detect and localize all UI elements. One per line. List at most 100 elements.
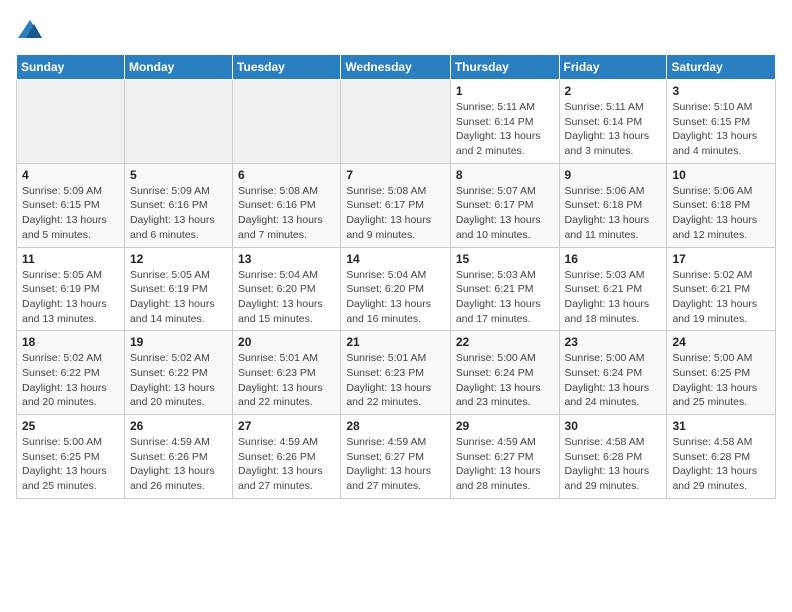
day-number: 28 — [346, 419, 445, 433]
calendar-week-row: 18 Sunrise: 5:02 AM Sunset: 6:22 PM Dayli… — [17, 331, 776, 415]
day-number: 18 — [22, 335, 119, 349]
day-header-thursday: Thursday — [450, 55, 559, 80]
day-header-monday: Monday — [124, 55, 232, 80]
day-info: Sunrise: 5:10 AM Sunset: 6:15 PM Dayligh… — [672, 100, 770, 159]
calendar-cell: 29 Sunrise: 4:59 AM Sunset: 6:27 PM Dayli… — [450, 415, 559, 499]
calendar-week-row: 25Sunrise: 5:00 AM Sunset: 6:25 PM Dayli… — [17, 415, 776, 499]
calendar-cell: 6 Sunrise: 5:08 AM Sunset: 6:16 PM Daylig… — [233, 163, 341, 247]
day-info: Sunrise: 4:58 AM Sunset: 6:28 PM Dayligh… — [672, 435, 770, 494]
day-info: Sunrise: 5:01 AM Sunset: 6:23 PM Dayligh… — [346, 351, 445, 410]
day-number: 7 — [346, 168, 445, 182]
day-number: 31 — [672, 419, 770, 433]
calendar-cell: 13 Sunrise: 5:04 AM Sunset: 6:20 PM Dayli… — [233, 247, 341, 331]
day-info: Sunrise: 5:07 AM Sunset: 6:17 PM Dayligh… — [456, 184, 554, 243]
day-info: Sunrise: 5:02 AM Sunset: 6:21 PM Dayligh… — [672, 268, 770, 327]
calendar-cell: 3 Sunrise: 5:10 AM Sunset: 6:15 PM Daylig… — [667, 80, 776, 164]
day-number: 26 — [130, 419, 227, 433]
page-header — [16, 16, 776, 44]
day-info: Sunrise: 5:02 AM Sunset: 6:22 PM Dayligh… — [130, 351, 227, 410]
day-info: Sunrise: 4:59 AM Sunset: 6:26 PM Dayligh… — [130, 435, 227, 494]
day-info: Sunrise: 5:05 AM Sunset: 6:19 PM Dayligh… — [130, 268, 227, 327]
day-number: 1 — [456, 84, 554, 98]
calendar-cell — [17, 80, 125, 164]
calendar-cell: 11 Sunrise: 5:05 AM Sunset: 6:19 PM Dayli… — [17, 247, 125, 331]
calendar-cell: 12Sunrise: 5:05 AM Sunset: 6:19 PM Dayli… — [124, 247, 232, 331]
calendar-cell: 2 Sunrise: 5:11 AM Sunset: 6:14 PM Daylig… — [559, 80, 667, 164]
day-number: 17 — [672, 252, 770, 266]
day-number: 23 — [565, 335, 662, 349]
calendar-cell: 14 Sunrise: 5:04 AM Sunset: 6:20 PM Dayli… — [341, 247, 451, 331]
day-number: 16 — [565, 252, 662, 266]
logo — [16, 16, 48, 44]
calendar-cell: 27Sunrise: 4:59 AM Sunset: 6:26 PM Dayli… — [233, 415, 341, 499]
day-info: Sunrise: 5:00 AM Sunset: 6:25 PM Dayligh… — [22, 435, 119, 494]
day-number: 5 — [130, 168, 227, 182]
day-info: Sunrise: 5:03 AM Sunset: 6:21 PM Dayligh… — [456, 268, 554, 327]
calendar-cell: 23 Sunrise: 5:00 AM Sunset: 6:24 PM Dayli… — [559, 331, 667, 415]
calendar-cell: 10 Sunrise: 5:06 AM Sunset: 6:18 PM Dayli… — [667, 163, 776, 247]
calendar-cell: 25Sunrise: 5:00 AM Sunset: 6:25 PM Dayli… — [17, 415, 125, 499]
day-info: Sunrise: 5:03 AM Sunset: 6:21 PM Dayligh… — [565, 268, 662, 327]
calendar-cell: 30Sunrise: 4:58 AM Sunset: 6:28 PM Dayli… — [559, 415, 667, 499]
calendar-cell: 9Sunrise: 5:06 AM Sunset: 6:18 PM Daylig… — [559, 163, 667, 247]
day-info: Sunrise: 5:11 AM Sunset: 6:14 PM Dayligh… — [565, 100, 662, 159]
calendar-header-row: SundayMondayTuesdayWednesdayThursdayFrid… — [17, 55, 776, 80]
day-number: 2 — [565, 84, 662, 98]
day-number: 11 — [22, 252, 119, 266]
calendar-cell: 4 Sunrise: 5:09 AM Sunset: 6:15 PM Daylig… — [17, 163, 125, 247]
day-info: Sunrise: 5:06 AM Sunset: 6:18 PM Dayligh… — [672, 184, 770, 243]
day-info: Sunrise: 5:09 AM Sunset: 6:15 PM Dayligh… — [22, 184, 119, 243]
calendar-week-row: 11 Sunrise: 5:05 AM Sunset: 6:19 PM Dayli… — [17, 247, 776, 331]
day-info: Sunrise: 5:09 AM Sunset: 6:16 PM Dayligh… — [130, 184, 227, 243]
day-info: Sunrise: 4:59 AM Sunset: 6:27 PM Dayligh… — [456, 435, 554, 494]
calendar-cell: 28Sunrise: 4:59 AM Sunset: 6:27 PM Dayli… — [341, 415, 451, 499]
calendar-week-row: 1 Sunrise: 5:11 AM Sunset: 6:14 PM Daylig… — [17, 80, 776, 164]
day-info: Sunrise: 5:08 AM Sunset: 6:17 PM Dayligh… — [346, 184, 445, 243]
day-number: 13 — [238, 252, 335, 266]
day-header-wednesday: Wednesday — [341, 55, 451, 80]
calendar-cell: 8Sunrise: 5:07 AM Sunset: 6:17 PM Daylig… — [450, 163, 559, 247]
day-number: 24 — [672, 335, 770, 349]
calendar-cell: 22 Sunrise: 5:00 AM Sunset: 6:24 PM Dayli… — [450, 331, 559, 415]
calendar-cell: 21Sunrise: 5:01 AM Sunset: 6:23 PM Dayli… — [341, 331, 451, 415]
day-info: Sunrise: 5:00 AM Sunset: 6:25 PM Dayligh… — [672, 351, 770, 410]
calendar-cell: 5 Sunrise: 5:09 AM Sunset: 6:16 PM Daylig… — [124, 163, 232, 247]
calendar-cell: 7 Sunrise: 5:08 AM Sunset: 6:17 PM Daylig… — [341, 163, 451, 247]
calendar-cell — [341, 80, 451, 164]
day-info: Sunrise: 5:01 AM Sunset: 6:23 PM Dayligh… — [238, 351, 335, 410]
day-number: 15 — [456, 252, 554, 266]
calendar-cell: 16 Sunrise: 5:03 AM Sunset: 6:21 PM Dayli… — [559, 247, 667, 331]
calendar-cell: 15 Sunrise: 5:03 AM Sunset: 6:21 PM Dayli… — [450, 247, 559, 331]
day-info: Sunrise: 4:59 AM Sunset: 6:26 PM Dayligh… — [238, 435, 335, 494]
calendar-cell: 24 Sunrise: 5:00 AM Sunset: 6:25 PM Dayli… — [667, 331, 776, 415]
calendar-cell — [233, 80, 341, 164]
logo-icon — [16, 16, 44, 44]
day-number: 29 — [456, 419, 554, 433]
day-header-tuesday: Tuesday — [233, 55, 341, 80]
day-info: Sunrise: 5:05 AM Sunset: 6:19 PM Dayligh… — [22, 268, 119, 327]
calendar-cell: 18 Sunrise: 5:02 AM Sunset: 6:22 PM Dayli… — [17, 331, 125, 415]
day-info: Sunrise: 5:11 AM Sunset: 6:14 PM Dayligh… — [456, 100, 554, 159]
day-info: Sunrise: 5:04 AM Sunset: 6:20 PM Dayligh… — [346, 268, 445, 327]
day-number: 4 — [22, 168, 119, 182]
day-info: Sunrise: 5:02 AM Sunset: 6:22 PM Dayligh… — [22, 351, 119, 410]
day-info: Sunrise: 5:08 AM Sunset: 6:16 PM Dayligh… — [238, 184, 335, 243]
calendar-week-row: 4 Sunrise: 5:09 AM Sunset: 6:15 PM Daylig… — [17, 163, 776, 247]
calendar-cell: 19Sunrise: 5:02 AM Sunset: 6:22 PM Dayli… — [124, 331, 232, 415]
day-info: Sunrise: 5:04 AM Sunset: 6:20 PM Dayligh… — [238, 268, 335, 327]
day-number: 14 — [346, 252, 445, 266]
day-number: 9 — [565, 168, 662, 182]
day-number: 20 — [238, 335, 335, 349]
calendar-table: SundayMondayTuesdayWednesdayThursdayFrid… — [16, 54, 776, 499]
day-info: Sunrise: 5:00 AM Sunset: 6:24 PM Dayligh… — [565, 351, 662, 410]
day-number: 6 — [238, 168, 335, 182]
day-header-sunday: Sunday — [17, 55, 125, 80]
day-info: Sunrise: 5:00 AM Sunset: 6:24 PM Dayligh… — [456, 351, 554, 410]
day-number: 3 — [672, 84, 770, 98]
calendar-cell: 20 Sunrise: 5:01 AM Sunset: 6:23 PM Dayli… — [233, 331, 341, 415]
day-number: 10 — [672, 168, 770, 182]
day-number: 22 — [456, 335, 554, 349]
calendar-cell: 31 Sunrise: 4:58 AM Sunset: 6:28 PM Dayli… — [667, 415, 776, 499]
day-header-friday: Friday — [559, 55, 667, 80]
calendar-cell: 17 Sunrise: 5:02 AM Sunset: 6:21 PM Dayli… — [667, 247, 776, 331]
